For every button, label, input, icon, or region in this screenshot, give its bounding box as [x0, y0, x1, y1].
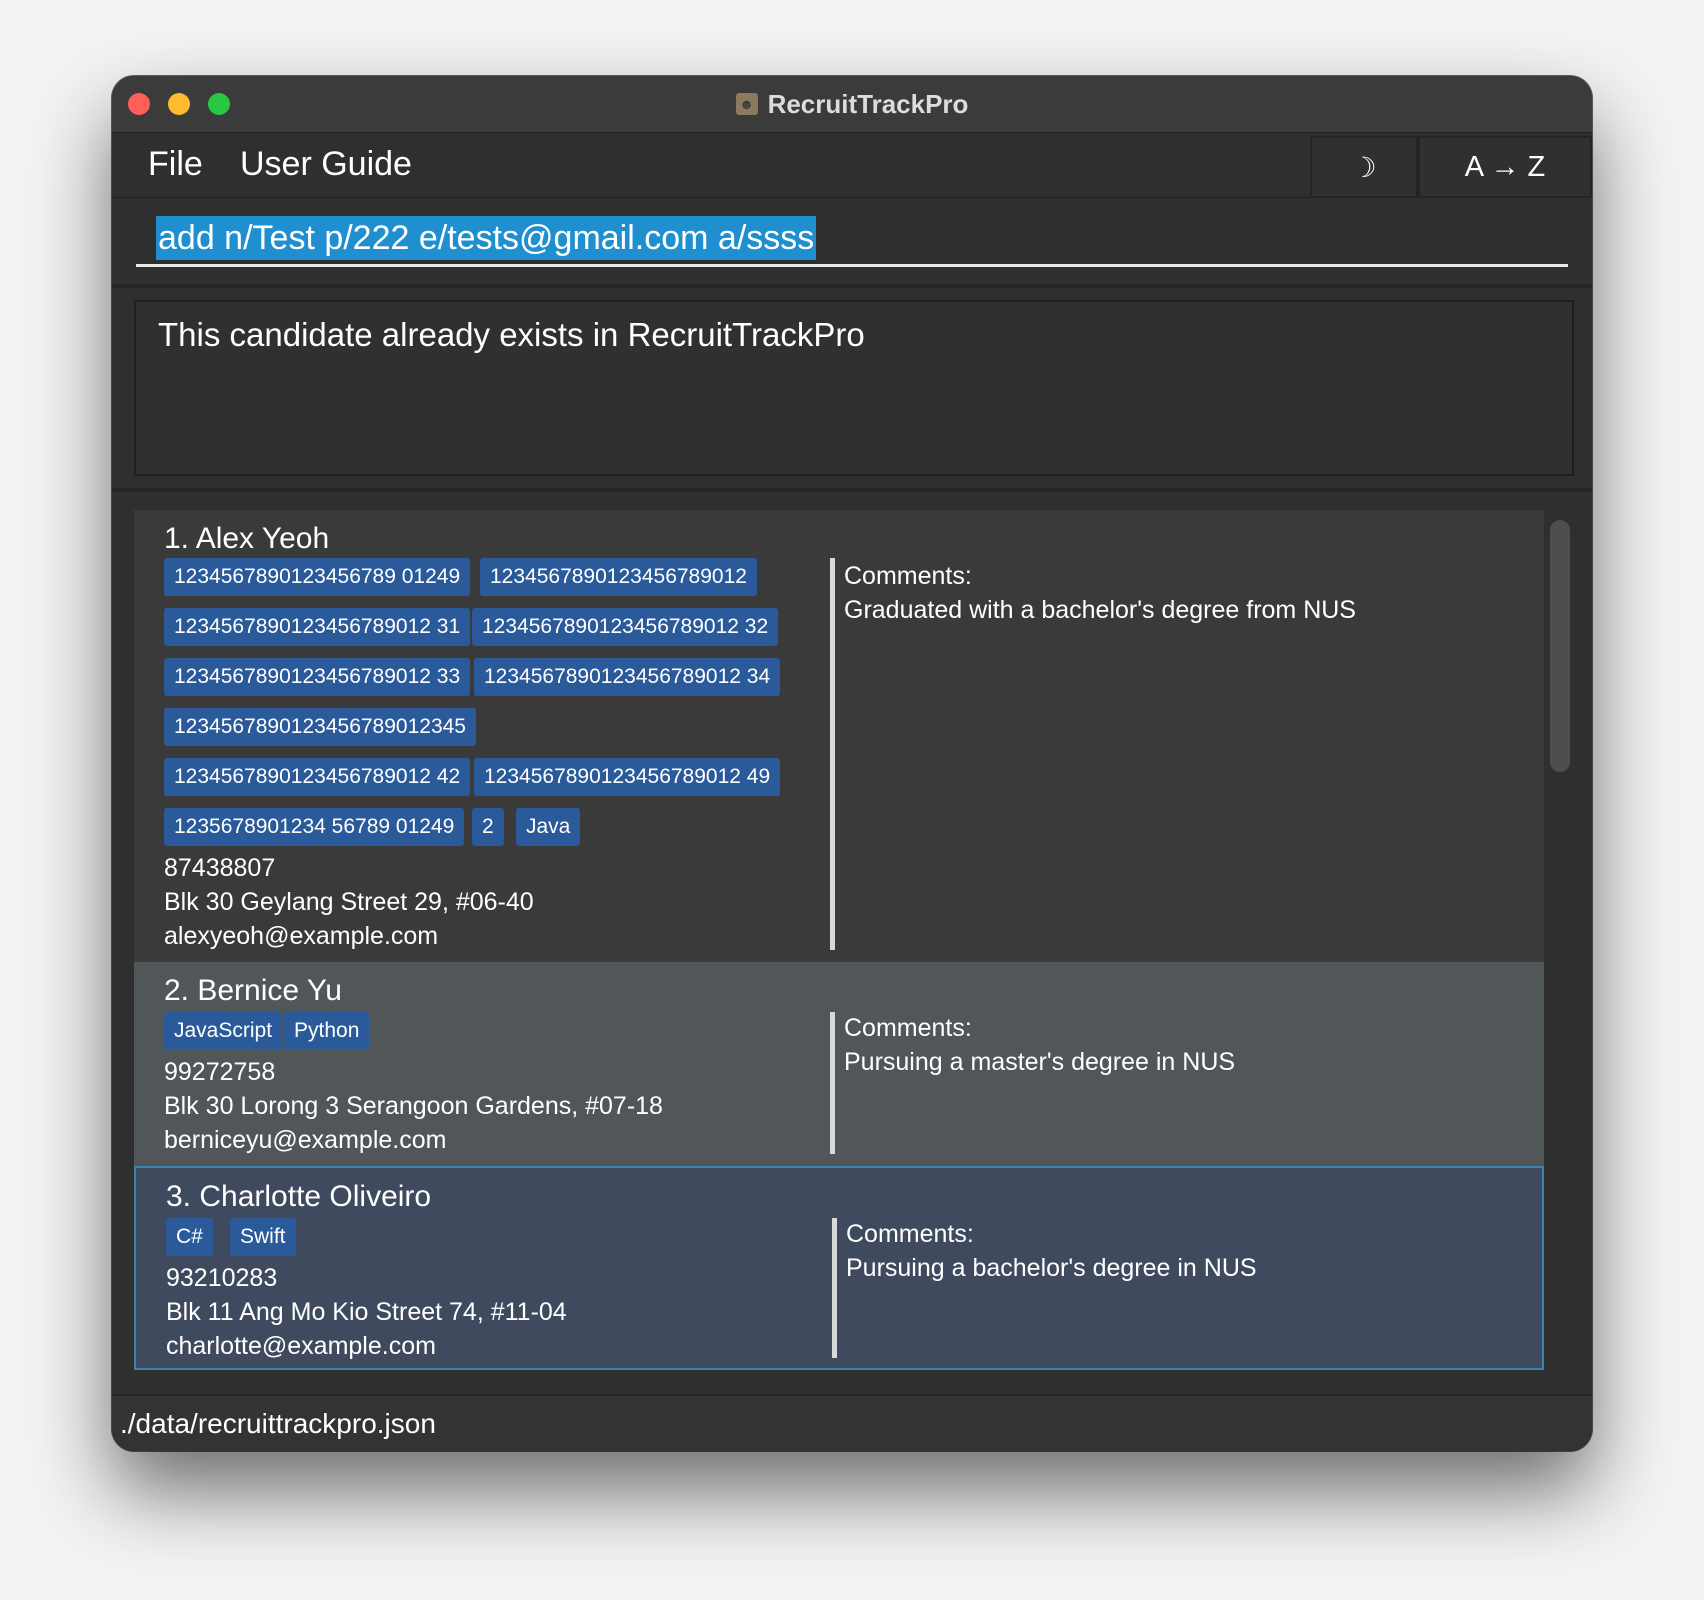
candidate-phone: 87438807: [164, 854, 276, 882]
candidate-email: alexyeoh@example.com: [164, 922, 439, 950]
tag: Swift: [230, 1218, 296, 1256]
tag: C#: [166, 1218, 213, 1256]
candidate-card-selected[interactable]: 3. Charlotte Oliveiro C# Swift 93210283 …: [134, 1166, 1544, 1370]
command-input[interactable]: add n/Test p/222 e/tests@gmail.com a/sss…: [136, 200, 1568, 267]
tag: 1235678901234 56789 01249: [164, 808, 465, 846]
tag: 1234567890123456789012 31: [164, 608, 471, 646]
candidate-email: charlotte@example.com: [166, 1332, 436, 1360]
comments-text: Pursuing a master's degree in NUS: [844, 1048, 1236, 1076]
comments-label: Comments:: [846, 1220, 974, 1248]
tag: 1234567890123456789 01249: [164, 558, 471, 596]
candidate-name: 3. Charlotte Oliveiro: [166, 1180, 432, 1213]
candidate-card[interactable]: 2. Bernice Yu JavaScript Python 99272758…: [134, 962, 1544, 1166]
title-wrap: ☻ RecruitTrackPro: [112, 76, 1592, 132]
tag: 1234567890123456789012 49: [474, 758, 781, 796]
comments-label: Comments:: [844, 562, 972, 590]
tag: 1234567890123456789012345: [164, 708, 476, 746]
title-bar: ☻ RecruitTrackPro: [112, 76, 1592, 133]
theme-toggle-button[interactable]: ☽: [1310, 136, 1418, 198]
comments-text: Graduated with a bachelor's degree from …: [844, 596, 1356, 624]
data-file-path: ./data/recruittrackpro.json: [120, 1408, 436, 1439]
tag: 2: [472, 808, 504, 846]
tag: JavaScript: [164, 1012, 283, 1050]
menu-file[interactable]: File: [148, 145, 203, 184]
window-title: RecruitTrackPro: [767, 88, 969, 119]
candidate-list[interactable]: 1. Alex Yeoh 1234567890123456789 01249 1…: [134, 510, 1574, 1392]
tag: Java: [516, 808, 581, 846]
tag: 1234567890123456789012: [480, 558, 757, 596]
result-message: This candidate already exists in Recruit…: [158, 316, 865, 353]
comment-divider: [830, 1012, 835, 1154]
app-window: ☻ RecruitTrackPro File User Guide ☽ A → …: [112, 76, 1592, 1451]
separator: [112, 488, 1592, 492]
candidate-email: berniceyu@example.com: [164, 1126, 447, 1154]
tag: 1234567890123456789012 32: [472, 608, 779, 646]
candidate-name: 2. Bernice Yu: [164, 974, 342, 1007]
app-icon: ☻: [735, 93, 758, 115]
result-display: This candidate already exists in Recruit…: [134, 300, 1574, 476]
candidate-address: Blk 30 Lorong 3 Serangoon Gardens, #07-1…: [164, 1092, 663, 1120]
separator: [112, 284, 1592, 288]
status-bar: ./data/recruittrackpro.json: [112, 1394, 1592, 1451]
command-text: add n/Test p/222 e/tests@gmail.com a/sss…: [156, 216, 817, 260]
sort-button[interactable]: A → Z: [1418, 136, 1592, 198]
candidate-card[interactable]: 1. Alex Yeoh 1234567890123456789 01249 1…: [134, 510, 1544, 962]
menu-user-guide[interactable]: User Guide: [240, 145, 412, 184]
comments-label: Comments:: [844, 1014, 972, 1042]
candidate-phone: 99272758: [164, 1058, 276, 1086]
tag: 1234567890123456789012 42: [164, 758, 471, 796]
comment-divider: [832, 1218, 837, 1358]
candidate-phone: 93210283: [166, 1264, 278, 1292]
comment-divider: [830, 558, 835, 950]
candidate-address: Blk 11 Ang Mo Kio Street 74, #11-04: [166, 1298, 567, 1326]
candidate-address: Blk 30 Geylang Street 29, #06-40: [164, 888, 534, 916]
tag: Python: [284, 1012, 370, 1050]
list-scrollbar[interactable]: [1550, 520, 1570, 772]
comments-text: Pursuing a bachelor's degree in NUS: [846, 1254, 1257, 1282]
candidate-name: 1. Alex Yeoh: [164, 522, 330, 555]
tag: 1234567890123456789012 34: [474, 658, 781, 696]
tag: 1234567890123456789012 33: [164, 658, 471, 696]
